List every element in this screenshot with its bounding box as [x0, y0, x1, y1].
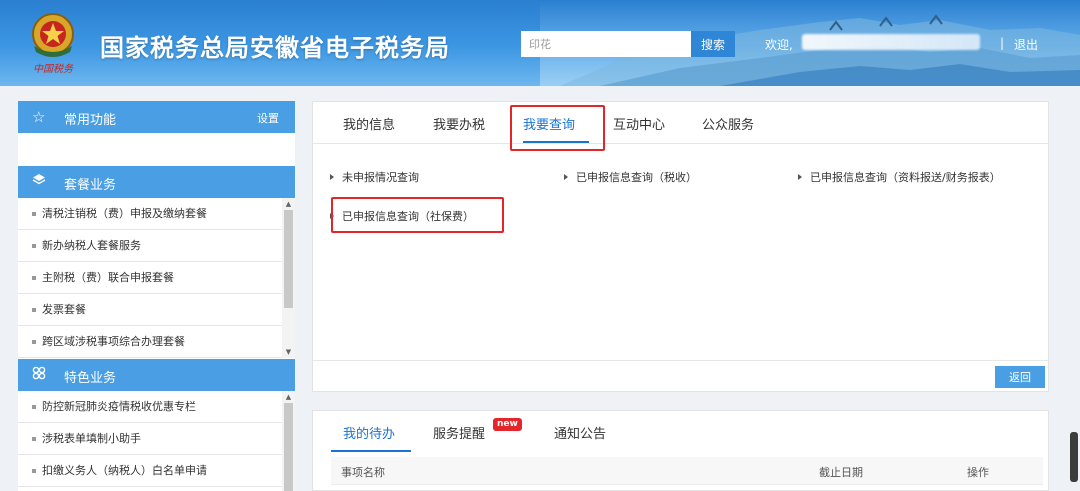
grid-four-icon — [32, 366, 46, 384]
list-item-label: 防控新冠肺炎疫情税收优惠专栏 — [42, 400, 196, 413]
sidebar: ☆ 常用功能 设置 套餐业务 清税注销税（费）申报及缴纳套餐 新办纳税人套餐服务… — [18, 101, 295, 491]
side-handle[interactable] — [1070, 432, 1078, 482]
link-label: 未申报情况查询 — [342, 171, 419, 184]
bullet-icon — [32, 405, 36, 409]
list-item[interactable]: 跨区域涉税事项综合办理套餐 — [18, 326, 295, 358]
sidebar-header-featured[interactable]: 特色业务 — [18, 359, 295, 391]
layers-icon — [32, 173, 46, 191]
sidebar-section-title: 常用功能 — [64, 113, 117, 128]
list-item-label: 涉税表单填制小助手 — [42, 432, 141, 445]
link-filed-tax-query[interactable]: 已申报信息查询（税收） — [564, 169, 697, 185]
highlight-box-tab — [510, 105, 605, 151]
column-header-name: 事项名称 — [341, 466, 385, 479]
column-header-deadline: 截止日期 — [819, 466, 863, 479]
triangle-right-icon — [798, 174, 802, 180]
scrollbar-thumb[interactable] — [284, 403, 293, 491]
list-item[interactable]: 扣缴义务人（纳税人）白名单申请 — [18, 455, 295, 487]
list-item[interactable]: 新办纳税人套餐服务 — [18, 230, 295, 262]
top-banner: 中国税务 国家税务总局安徽省电子税务局 搜索 欢迎, | 退出 — [0, 0, 1080, 86]
header-separator: | — [1000, 36, 1005, 50]
link-label: 已申报信息查询（资料报送/财务报表） — [810, 171, 1001, 184]
logout-link[interactable]: 退出 — [1014, 36, 1038, 53]
list-item-label: 主附税（费）联合申报套餐 — [42, 271, 174, 284]
triangle-right-icon — [564, 174, 568, 180]
link-unfiled-query[interactable]: 未申报情况查询 — [330, 169, 419, 185]
redacted-username — [802, 34, 980, 50]
tab-notice[interactable]: 通知公告 — [554, 423, 606, 442]
bullet-icon — [32, 308, 36, 312]
column-header-action: 操作 — [967, 466, 989, 479]
featured-scrollbar[interactable]: ▲ — [282, 391, 295, 491]
site-title: 国家税务总局安徽省电子税务局 — [100, 34, 450, 62]
tax-emblem-logo: 中国税务 — [32, 13, 74, 75]
link-label: 已申报信息查询（税收） — [576, 171, 697, 184]
scroll-up-icon[interactable]: ▲ — [284, 200, 293, 208]
search-button[interactable]: 搜索 — [691, 31, 735, 57]
sidebar-header-common: ☆ 常用功能 设置 — [18, 101, 295, 133]
welcome-text: 欢迎, — [765, 38, 793, 52]
sidebar-header-package[interactable]: 套餐业务 — [18, 166, 295, 198]
table-header: 事项名称 截止日期 操作 — [331, 457, 1043, 485]
list-item-label: 清税注销税（费）申报及缴纳套餐 — [42, 207, 207, 220]
bullet-icon — [32, 212, 36, 216]
list-item[interactable]: 发票套餐 — [18, 294, 295, 326]
featured-list: 防控新冠肺炎疫情税收优惠专栏 涉税表单填制小助手 扣缴义务人（纳税人）白名单申请 — [18, 391, 295, 487]
bullet-icon — [32, 469, 36, 473]
tab-public-service[interactable]: 公众服务 — [702, 114, 754, 133]
panel-footer: 返回 — [313, 360, 1048, 392]
scrollbar-thumb[interactable] — [284, 210, 293, 308]
sidebar-section-title: 特色业务 — [64, 371, 117, 386]
scroll-down-icon[interactable]: ▼ — [284, 348, 293, 356]
tab-my-info[interactable]: 我的信息 — [343, 114, 395, 133]
list-item-label: 发票套餐 — [42, 303, 86, 316]
list-item-label: 扣缴义务人（纳税人）白名单申请 — [42, 464, 207, 477]
tab-interaction[interactable]: 互动中心 — [613, 114, 665, 133]
search-input[interactable] — [521, 31, 691, 57]
list-item-label: 跨区域涉税事项综合办理套餐 — [42, 335, 185, 348]
bullet-icon — [32, 244, 36, 248]
scroll-up-icon[interactable]: ▲ — [284, 393, 293, 401]
bullet-icon — [32, 437, 36, 441]
back-button[interactable]: 返回 — [995, 366, 1045, 388]
package-list: 清税注销税（费）申报及缴纳套餐 新办纳税人套餐服务 主附税（费）联合申报套餐 发… — [18, 198, 295, 358]
list-item[interactable]: 清税注销税（费）申报及缴纳套餐 — [18, 198, 295, 230]
list-item[interactable]: 防控新冠肺炎疫情税收优惠专栏 — [18, 391, 295, 423]
list-item-label: 新办纳税人套餐服务 — [42, 239, 141, 252]
active-tab-indicator — [331, 450, 411, 452]
sidebar-section-title: 套餐业务 — [64, 178, 117, 193]
package-scrollbar[interactable]: ▲ ▼ — [282, 198, 295, 358]
main-tabs: 我的信息 我要办税 我要查询 互动中心 公众服务 — [313, 102, 1048, 144]
bullet-icon — [32, 276, 36, 280]
query-panel: 我的信息 我要办税 我要查询 互动中心 公众服务 未申报情况查询 已申报信息查询… — [312, 101, 1049, 392]
tab-tax-handling[interactable]: 我要办税 — [433, 114, 485, 133]
emblem-caption: 中国税务 — [33, 63, 74, 75]
triangle-right-icon — [330, 174, 334, 180]
list-item[interactable]: 主附税（费）联合申报套餐 — [18, 262, 295, 294]
list-item[interactable]: 涉税表单填制小助手 — [18, 423, 295, 455]
tab-service-reminder[interactable]: 服务提醒 — [433, 423, 485, 442]
new-badge: new — [493, 418, 522, 431]
link-filed-report-query[interactable]: 已申报信息查询（资料报送/财务报表） — [798, 169, 1001, 185]
highlight-box-link — [331, 197, 504, 233]
star-outline-icon: ☆ — [32, 108, 46, 126]
settings-link[interactable]: 设置 — [257, 110, 279, 126]
tab-my-todo[interactable]: 我的待办 — [343, 423, 395, 442]
todo-panel: 我的待办 服务提醒 new 通知公告 事项名称 截止日期 操作 — [312, 410, 1049, 491]
bullet-icon — [32, 340, 36, 344]
